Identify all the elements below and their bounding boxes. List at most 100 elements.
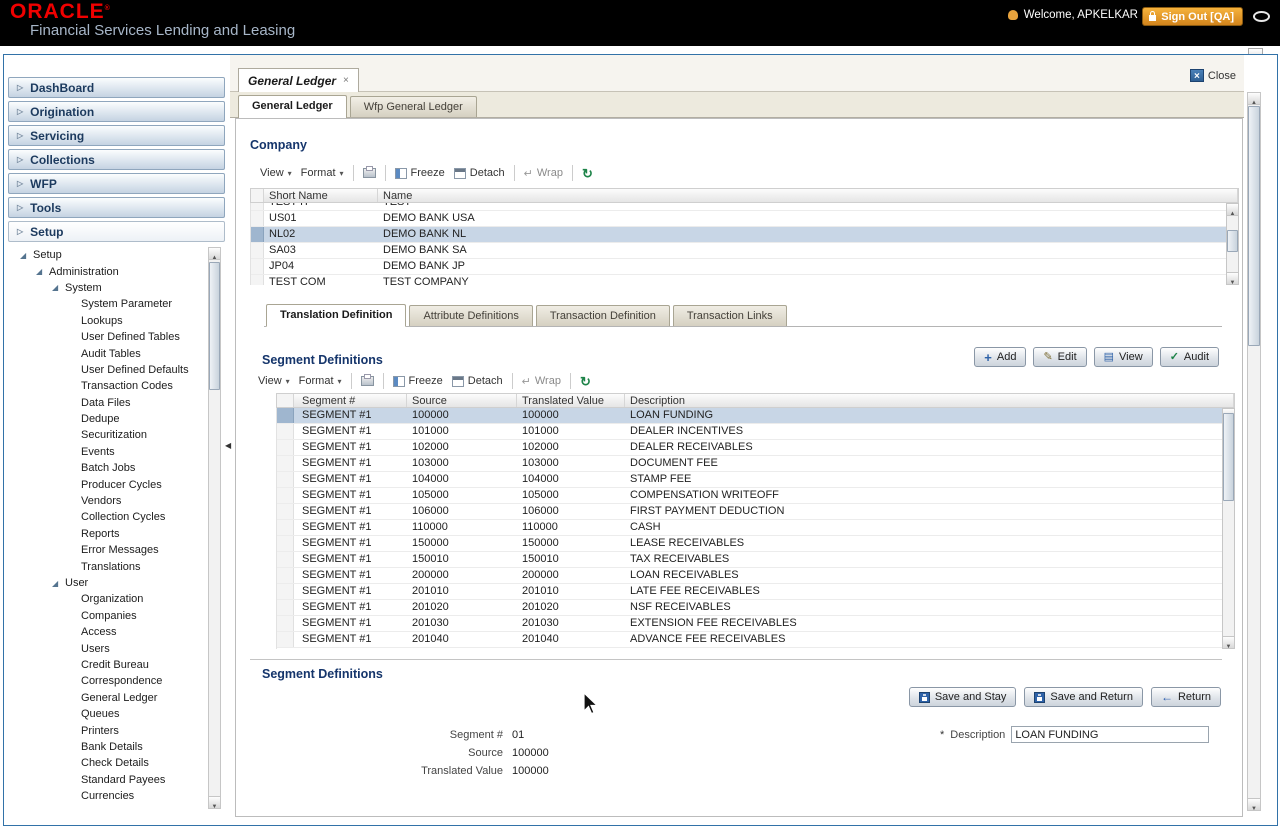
- wrap-button[interactable]: ↵Wrap: [522, 375, 561, 388]
- tree-item-producer-cycles[interactable]: Producer Cycles: [10, 476, 204, 492]
- sidebar-item-dashboard[interactable]: ▷DashBoard: [8, 77, 225, 98]
- tree-item-user[interactable]: ◢User: [10, 575, 204, 591]
- view-menu-button[interactable]: View▾: [258, 375, 290, 387]
- company-scrollbar[interactable]: [1226, 203, 1239, 285]
- segment-row[interactable]: SEGMENT #1201030201030EXTENSION FEE RECE…: [277, 616, 1234, 632]
- print-button[interactable]: [363, 168, 376, 178]
- scroll-up-arrow[interactable]: [1227, 204, 1238, 216]
- scrollbar-thumb[interactable]: [1227, 230, 1238, 252]
- tree-item-general-ledger[interactable]: General Ledger: [10, 690, 204, 706]
- scroll-up-arrow[interactable]: [209, 248, 220, 260]
- segment-row[interactable]: SEGMENT #1106000106000FIRST PAYMENT DEDU…: [277, 504, 1234, 520]
- save-and-stay-button[interactable]: Save and Stay: [909, 687, 1017, 707]
- column-name[interactable]: Name: [378, 189, 1238, 202]
- segment-row[interactable]: SEGMENT #1105000105000COMPENSATION WRITE…: [277, 488, 1234, 504]
- tree-item-setup[interactable]: ◢Setup: [10, 247, 204, 263]
- tree-item-bank-details[interactable]: Bank Details: [10, 739, 204, 755]
- sidebar-item-origination[interactable]: ▷Origination: [8, 101, 225, 122]
- tree-item-standard-payees[interactable]: Standard Payees: [10, 772, 204, 788]
- format-menu-button[interactable]: Format▾: [299, 375, 342, 387]
- segment-scrollbar[interactable]: [1222, 408, 1235, 649]
- tab-general-ledger[interactable]: General Ledger: [238, 95, 347, 118]
- tree-item-collection-cycles[interactable]: Collection Cycles: [10, 509, 204, 525]
- sidebar-item-setup[interactable]: ▷Setup: [8, 221, 225, 242]
- scroll-down-arrow[interactable]: [1227, 272, 1238, 284]
- company-row[interactable]: TEST ITTEST: [251, 203, 1238, 211]
- main-scrollbar[interactable]: [1247, 92, 1261, 811]
- window-tab-general-ledger[interactable]: General Ledger ×: [238, 68, 359, 92]
- tree-item-events[interactable]: Events: [10, 444, 204, 460]
- tree-item-administration[interactable]: ◢Administration: [10, 263, 204, 279]
- tree-item-currencies[interactable]: Currencies: [10, 788, 204, 804]
- close-button[interactable]: Close: [1190, 69, 1236, 82]
- tree-item-data-files[interactable]: Data Files: [10, 395, 204, 411]
- tree-item-companies[interactable]: Companies: [10, 608, 204, 624]
- tree-item-vendors[interactable]: Vendors: [10, 493, 204, 509]
- company-row[interactable]: TEST COMTEST COMPANY: [251, 275, 1238, 285]
- tab-attribute-definitions[interactable]: Attribute Definitions: [409, 305, 532, 326]
- segment-row[interactable]: SEGMENT #1150010150010TAX RECEIVABLES: [277, 552, 1234, 568]
- column-translated-value[interactable]: Translated Value: [517, 394, 625, 407]
- print-button[interactable]: [361, 376, 374, 386]
- user-menu[interactable]: Welcome, APKELKAR ▾: [1008, 9, 1148, 21]
- segment-row[interactable]: SEGMENT #1201010201010LATE FEE RECEIVABL…: [277, 584, 1234, 600]
- company-row[interactable]: NL02DEMO BANK NL: [251, 227, 1238, 243]
- tab-translation-definition[interactable]: Translation Definition: [266, 304, 406, 327]
- segment-row[interactable]: SEGMENT #1103000103000DOCUMENT FEE: [277, 456, 1234, 472]
- tree-item-queues[interactable]: Queues: [10, 706, 204, 722]
- segment-row[interactable]: SEGMENT #1110000110000CASH: [277, 520, 1234, 536]
- sidebar-item-collections[interactable]: ▷Collections: [8, 149, 225, 170]
- scroll-down-arrow[interactable]: [1248, 798, 1260, 810]
- tab-close-icon[interactable]: ×: [343, 75, 349, 86]
- freeze-button[interactable]: Freeze: [395, 167, 445, 179]
- refresh-button[interactable]: ↻: [580, 375, 591, 388]
- company-row[interactable]: SA03DEMO BANK SA: [251, 243, 1238, 259]
- tree-scrollbar[interactable]: [208, 247, 221, 809]
- tree-item-lookups[interactable]: Lookups: [10, 313, 204, 329]
- sign-out-button[interactable]: Sign Out [QA]: [1142, 7, 1243, 26]
- tab-transaction-links[interactable]: Transaction Links: [673, 305, 787, 326]
- audit-button[interactable]: ✓Audit: [1160, 347, 1219, 367]
- tree-item-printers[interactable]: Printers: [10, 722, 204, 738]
- segment-row[interactable]: SEGMENT #1150000150000LEASE RECEIVABLES: [277, 536, 1234, 552]
- tree-item-translations[interactable]: Translations: [10, 558, 204, 574]
- tree-item-batch-jobs[interactable]: Batch Jobs: [10, 460, 204, 476]
- scroll-down-arrow[interactable]: [1223, 636, 1234, 648]
- tab-wfp-general-ledger[interactable]: Wfp General Ledger: [350, 96, 477, 117]
- company-row[interactable]: US01DEMO BANK USA: [251, 211, 1238, 227]
- save-and-return-button[interactable]: Save and Return: [1024, 687, 1143, 707]
- column-source[interactable]: Source: [407, 394, 517, 407]
- tree-item-credit-bureau[interactable]: Credit Bureau: [10, 657, 204, 673]
- tree-item-organization[interactable]: Organization: [10, 591, 204, 607]
- sidebar-item-wfp[interactable]: ▷WFP: [8, 173, 225, 194]
- segment-row[interactable]: SEGMENT #1104000104000STAMP FEE: [277, 472, 1234, 488]
- sidebar-item-tools[interactable]: ▷Tools: [8, 197, 225, 218]
- tree-item-correspondence[interactable]: Correspondence: [10, 673, 204, 689]
- company-row[interactable]: JP04DEMO BANK JP: [251, 259, 1238, 275]
- refresh-button[interactable]: ↻: [582, 167, 593, 180]
- segment-row[interactable]: SEGMENT #1100000100000LOAN FUNDING: [277, 408, 1234, 424]
- column-segment[interactable]: Segment #: [294, 394, 407, 407]
- freeze-button[interactable]: Freeze: [393, 375, 443, 387]
- tree-item-users[interactable]: Users: [10, 640, 204, 656]
- wrap-button[interactable]: ↵Wrap: [524, 167, 563, 180]
- detach-button[interactable]: Detach: [452, 375, 503, 387]
- scroll-up-arrow[interactable]: [1248, 93, 1260, 105]
- scrollbar-thumb[interactable]: [1248, 106, 1260, 346]
- tab-transaction-definition[interactable]: Transaction Definition: [536, 305, 670, 326]
- tree-item-dedupe[interactable]: Dedupe: [10, 411, 204, 427]
- description-input[interactable]: [1011, 726, 1209, 743]
- return-button[interactable]: ←Return: [1151, 687, 1221, 707]
- tree-item-error-messages[interactable]: Error Messages: [10, 542, 204, 558]
- format-menu-button[interactable]: Format▾: [301, 167, 344, 179]
- tree-item-audit-tables[interactable]: Audit Tables: [10, 345, 204, 361]
- sidebar-item-servicing[interactable]: ▷Servicing: [8, 125, 225, 146]
- column-description[interactable]: Description: [625, 394, 1234, 407]
- scrollbar-thumb[interactable]: [1223, 413, 1234, 501]
- column-short-name[interactable]: Short Name: [264, 189, 378, 202]
- scroll-down-arrow[interactable]: [209, 796, 220, 808]
- segment-row[interactable]: SEGMENT #1201040201040ADVANCE FEE RECEIV…: [277, 632, 1234, 648]
- tree-item-transaction-codes[interactable]: Transaction Codes: [10, 378, 204, 394]
- tree-item-user-defined-defaults[interactable]: User Defined Defaults: [10, 362, 204, 378]
- add-button[interactable]: +Add: [974, 347, 1026, 367]
